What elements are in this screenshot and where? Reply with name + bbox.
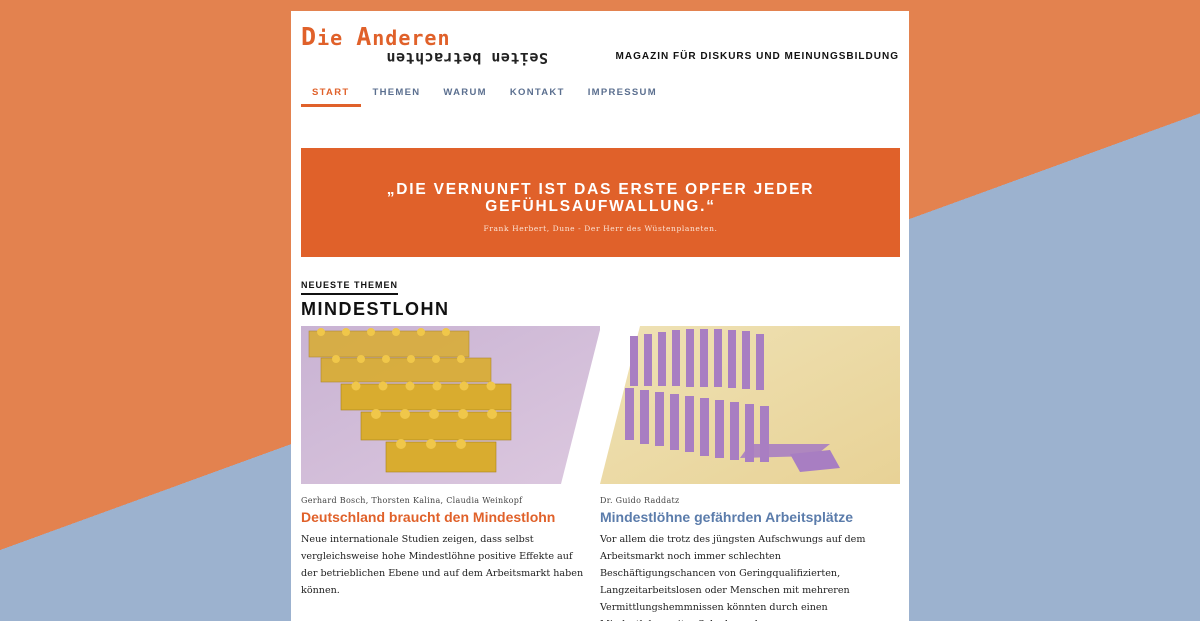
- site-header: Die Anderen Seiten betrachten MAGAZIN FÜ…: [291, 11, 909, 81]
- section-label: NEUESTE THEMEN: [301, 280, 399, 295]
- article-image-paper-figures-purple[interactable]: [600, 326, 900, 484]
- nav-item-warum[interactable]: WARUM: [432, 81, 498, 107]
- article-card-left: Gerhard Bosch, Thorsten Kalina, Claudia …: [301, 496, 591, 599]
- quote-source: Frank Herbert, Dune - Der Herr des Wüste…: [483, 224, 718, 233]
- nav-item-impressum[interactable]: IMPRESSUM: [577, 81, 669, 107]
- nav-item-start[interactable]: START: [301, 81, 362, 107]
- page-container: Die Anderen Seiten betrachten MAGAZIN FÜ…: [291, 11, 909, 621]
- main-nav: START THEMEN WARUM KONTAKT IMPRESSUM: [301, 81, 669, 107]
- quote-text: „DIE VERNUNFT IST DAS ERSTE OPFER JEDER …: [386, 181, 815, 215]
- article-card-right: Dr. Guido Raddatz Mindestlöhne gefährden…: [600, 496, 890, 621]
- article-authors: Gerhard Bosch, Thorsten Kalina, Claudia …: [301, 496, 523, 505]
- quote-banner: „DIE VERNUNFT IST DAS ERSTE OPFER JEDER …: [301, 148, 900, 257]
- nav-item-themen[interactable]: THEMEN: [361, 81, 432, 107]
- nav-item-kontakt[interactable]: KONTAKT: [499, 81, 577, 107]
- article-title-link[interactable]: Mindestlöhne gefährden Arbeitsplätze: [600, 509, 890, 525]
- article-image-paper-figures-yellow[interactable]: [301, 326, 601, 484]
- article-authors: Dr. Guido Raddatz: [600, 496, 680, 505]
- logo-subtitle-flipped: Seiten betrachten: [386, 49, 549, 67]
- article-excerpt: Neue internationale Studien zeigen, dass…: [301, 534, 584, 596]
- site-logo[interactable]: Die Anderen: [301, 22, 451, 51]
- site-tagline: MAGAZIN FÜR DISKURS UND MEINUNGSBILDUNG: [615, 51, 899, 62]
- article-title-link[interactable]: Deutschland braucht den Mindestlohn: [301, 509, 591, 525]
- article-excerpt: Vor allem die trotz des jüngsten Aufschw…: [600, 534, 866, 621]
- section-title[interactable]: MINDESTLOHN: [301, 299, 450, 320]
